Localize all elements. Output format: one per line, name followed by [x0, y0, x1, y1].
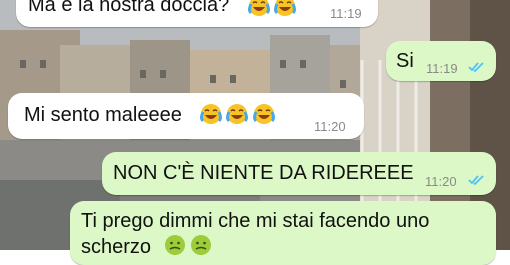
message-time: 11:20	[425, 174, 457, 189]
face-with-tears-of-joy-icon	[274, 0, 297, 16]
face-with-tears-of-joy-icon	[226, 104, 249, 124]
emoji-group	[200, 103, 275, 127]
message-text-line2: scherzo	[81, 236, 152, 258]
message-text: Ti prego dimmi che mi stai facendo uno	[81, 210, 430, 232]
nauseated-face-icon	[165, 235, 185, 255]
message-bubble-outgoing[interactable]: Ti prego dimmi che mi stai facendo uno s…	[70, 201, 496, 265]
face-with-tears-of-joy-icon	[252, 104, 275, 124]
message-time: 11:19	[426, 61, 458, 76]
emoji-group	[164, 234, 212, 258]
face-with-tears-of-joy-icon	[248, 0, 270, 16]
message-time: 11:19	[330, 6, 362, 21]
message-text: Mi sento maleeee	[24, 104, 182, 126]
message-bubble-outgoing[interactable]: NON C'È NIENTE DA RIDEREEE 11:20	[102, 152, 496, 195]
message-bubble-outgoing[interactable]: Si 11:19	[386, 41, 496, 81]
nauseated-face-icon	[191, 235, 212, 255]
message-text: Ma è la nostra doccia?	[28, 0, 230, 16]
message-text: NON C'È NIENTE DA RIDEREEE	[113, 162, 414, 184]
message-time: 11:20	[314, 119, 346, 134]
read-ticks-icon	[468, 62, 484, 73]
emoji-group	[248, 0, 297, 19]
message-bubble-incoming[interactable]: Mi sento maleeee 11:20	[8, 93, 364, 139]
message-text: Si	[396, 50, 414, 72]
read-ticks-icon	[468, 175, 484, 186]
face-with-tears-of-joy-icon	[200, 104, 222, 124]
message-bubble-incoming[interactable]: Ma è la nostra doccia? 11:19	[16, 0, 378, 27]
